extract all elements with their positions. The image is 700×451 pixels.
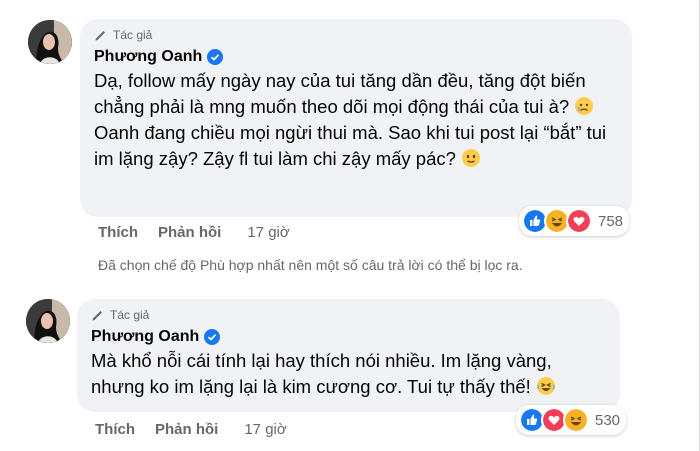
love-reaction-icon — [566, 208, 592, 234]
comment-text-part2: Oanh đang chiều mọi ngừi thui mà. Sao kh… — [94, 122, 607, 169]
pen-icon — [92, 311, 102, 321]
reaction-summary[interactable]: 530 — [516, 405, 627, 435]
like-button[interactable]: Thích — [98, 224, 138, 241]
author-tag: Tác giả — [94, 27, 616, 43]
comment-text-body: Mà khổ nỗi cái tính lại hay thích nói nh… — [91, 350, 552, 397]
comment-bubble: Tác giả Phương Oanh Mà khổ nỗi cái tính … — [77, 299, 620, 412]
comment-text: Mà khổ nỗi cái tính lại hay thích nói nh… — [91, 348, 604, 400]
comment-bubble: Tác giả Phương Oanh Dạ, follow mấy ngày … — [80, 19, 632, 217]
author-name[interactable]: Phương Oanh — [94, 48, 202, 66]
comment-timestamp[interactable]: 17 giờ — [247, 224, 289, 241]
reaction-summary[interactable]: 758 — [519, 206, 630, 236]
laughing-emoji-icon — [536, 377, 555, 395]
reaction-count: 758 — [598, 212, 624, 230]
comment-actions: Thích Phản hồi 17 giờ — [95, 421, 287, 438]
haha-reaction-icon — [563, 407, 589, 433]
avatar[interactable] — [28, 20, 72, 64]
author-tag: Tác giả — [91, 307, 604, 323]
comment-timestamp[interactable]: 17 giờ — [244, 421, 286, 438]
comment-text-part1: Dạ, follow mấy ngày nay của tui tăng dần… — [94, 70, 586, 117]
reaction-count: 530 — [595, 411, 621, 429]
author-name[interactable]: Phương Oanh — [91, 328, 199, 346]
reply-button[interactable]: Phản hồi — [155, 421, 218, 438]
verified-badge-icon — [204, 329, 221, 345]
pen-icon — [95, 31, 105, 41]
smile-face-emoji-icon — [462, 149, 481, 167]
verified-badge-icon — [207, 49, 224, 65]
author-tag-label: Tác giả — [113, 28, 153, 42]
reply-button[interactable]: Phản hồi — [158, 224, 221, 241]
like-button[interactable]: Thích — [95, 421, 135, 438]
avatar[interactable] — [26, 299, 70, 343]
comment-actions: Thích Phản hồi 17 giờ — [98, 224, 290, 241]
filter-notice: Đã chọn chế độ Phù hợp nhất nên một số c… — [98, 257, 523, 273]
sad-face-emoji-icon — [575, 97, 594, 115]
author-tag-label: Tác giả — [110, 308, 150, 322]
comment-text: Dạ, follow mấy ngày nay của tui tăng dần… — [94, 68, 616, 172]
